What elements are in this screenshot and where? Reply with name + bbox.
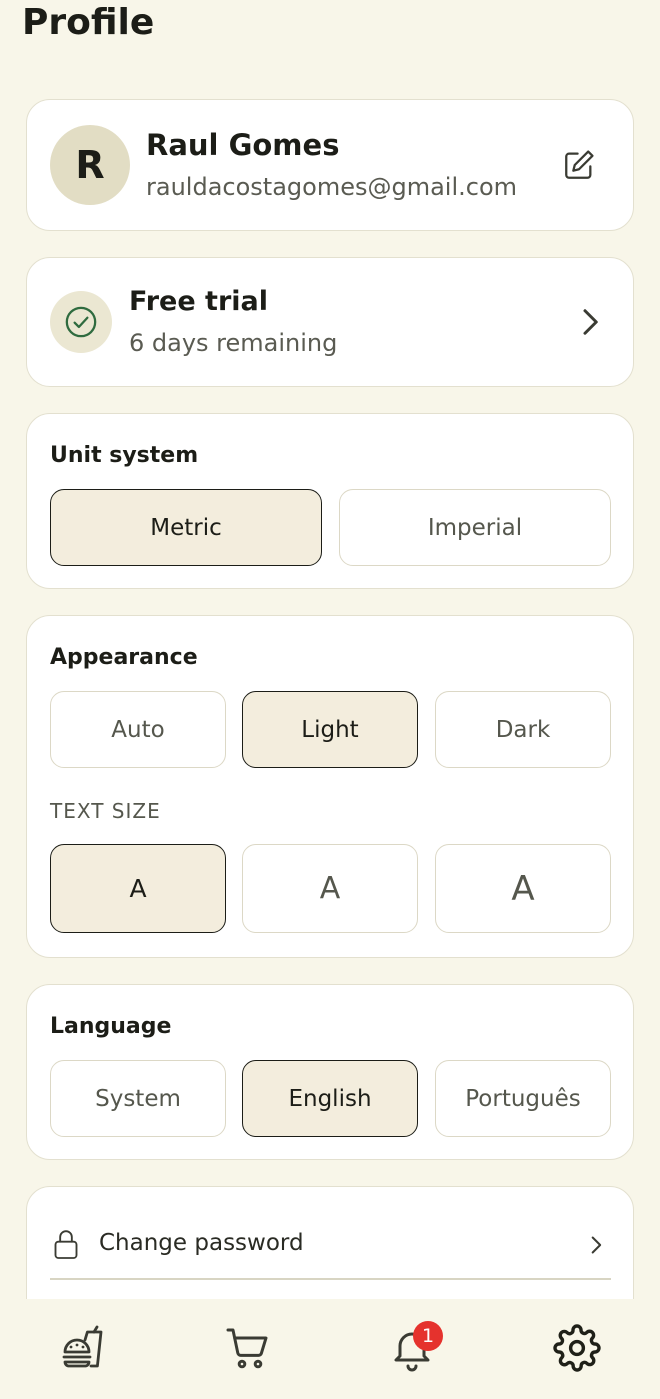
chevron-right-icon <box>583 309 598 335</box>
notification-badge: 1 <box>413 1321 443 1351</box>
appearance-label: Appearance <box>50 645 198 670</box>
text-size-small[interactable]: A <box>50 844 226 933</box>
page-title: Profile <box>22 2 155 43</box>
appearance-option-light[interactable]: Light <box>242 691 418 768</box>
unit-option-imperial[interactable]: Imperial <box>339 489 611 566</box>
appearance-option-dark[interactable]: Dark <box>435 691 611 768</box>
appearance-card: Appearance Auto Light Dark TEXT SIZE A A… <box>26 615 634 958</box>
language-option-system[interactable]: System <box>50 1060 226 1137</box>
unit-system-label: Unit system <box>50 443 199 468</box>
language-option-portugues[interactable]: Português <box>435 1060 611 1137</box>
unit-option-metric[interactable]: Metric <box>50 489 322 566</box>
free-trial-card[interactable]: Free trial 6 days remaining <box>26 257 634 387</box>
gear-icon[interactable] <box>553 1324 601 1372</box>
avatar: R <box>50 125 130 205</box>
cart-icon[interactable] <box>224 1324 272 1372</box>
food-icon[interactable] <box>59 1324 107 1372</box>
trial-title: Free trial <box>129 286 269 317</box>
chevron-right-icon <box>591 1236 602 1254</box>
change-password-row[interactable]: Change password <box>27 1187 633 1278</box>
edit-icon[interactable] <box>562 148 596 182</box>
language-card: Language System English Português <box>26 984 634 1160</box>
lock-icon <box>54 1230 78 1259</box>
language-option-english[interactable]: English <box>242 1060 418 1137</box>
unit-system-card: Unit system Metric Imperial <box>26 413 634 589</box>
trial-remaining: 6 days remaining <box>129 329 338 357</box>
bottom-nav: 1 <box>0 1299 660 1399</box>
change-password-label: Change password <box>99 1230 304 1256</box>
divider <box>50 1278 611 1280</box>
language-label: Language <box>50 1014 172 1039</box>
text-size-medium[interactable]: A <box>242 844 418 933</box>
appearance-option-auto[interactable]: Auto <box>50 691 226 768</box>
profile-card[interactable]: R Raul Gomes rauldacostagomes@gmail.com <box>26 99 634 231</box>
profile-email: rauldacostagomes@gmail.com <box>146 173 518 201</box>
profile-name: Raul Gomes <box>146 128 340 162</box>
text-size-large[interactable]: A <box>435 844 611 933</box>
check-circle-icon <box>50 291 112 353</box>
text-size-label: TEXT SIZE <box>50 799 161 823</box>
